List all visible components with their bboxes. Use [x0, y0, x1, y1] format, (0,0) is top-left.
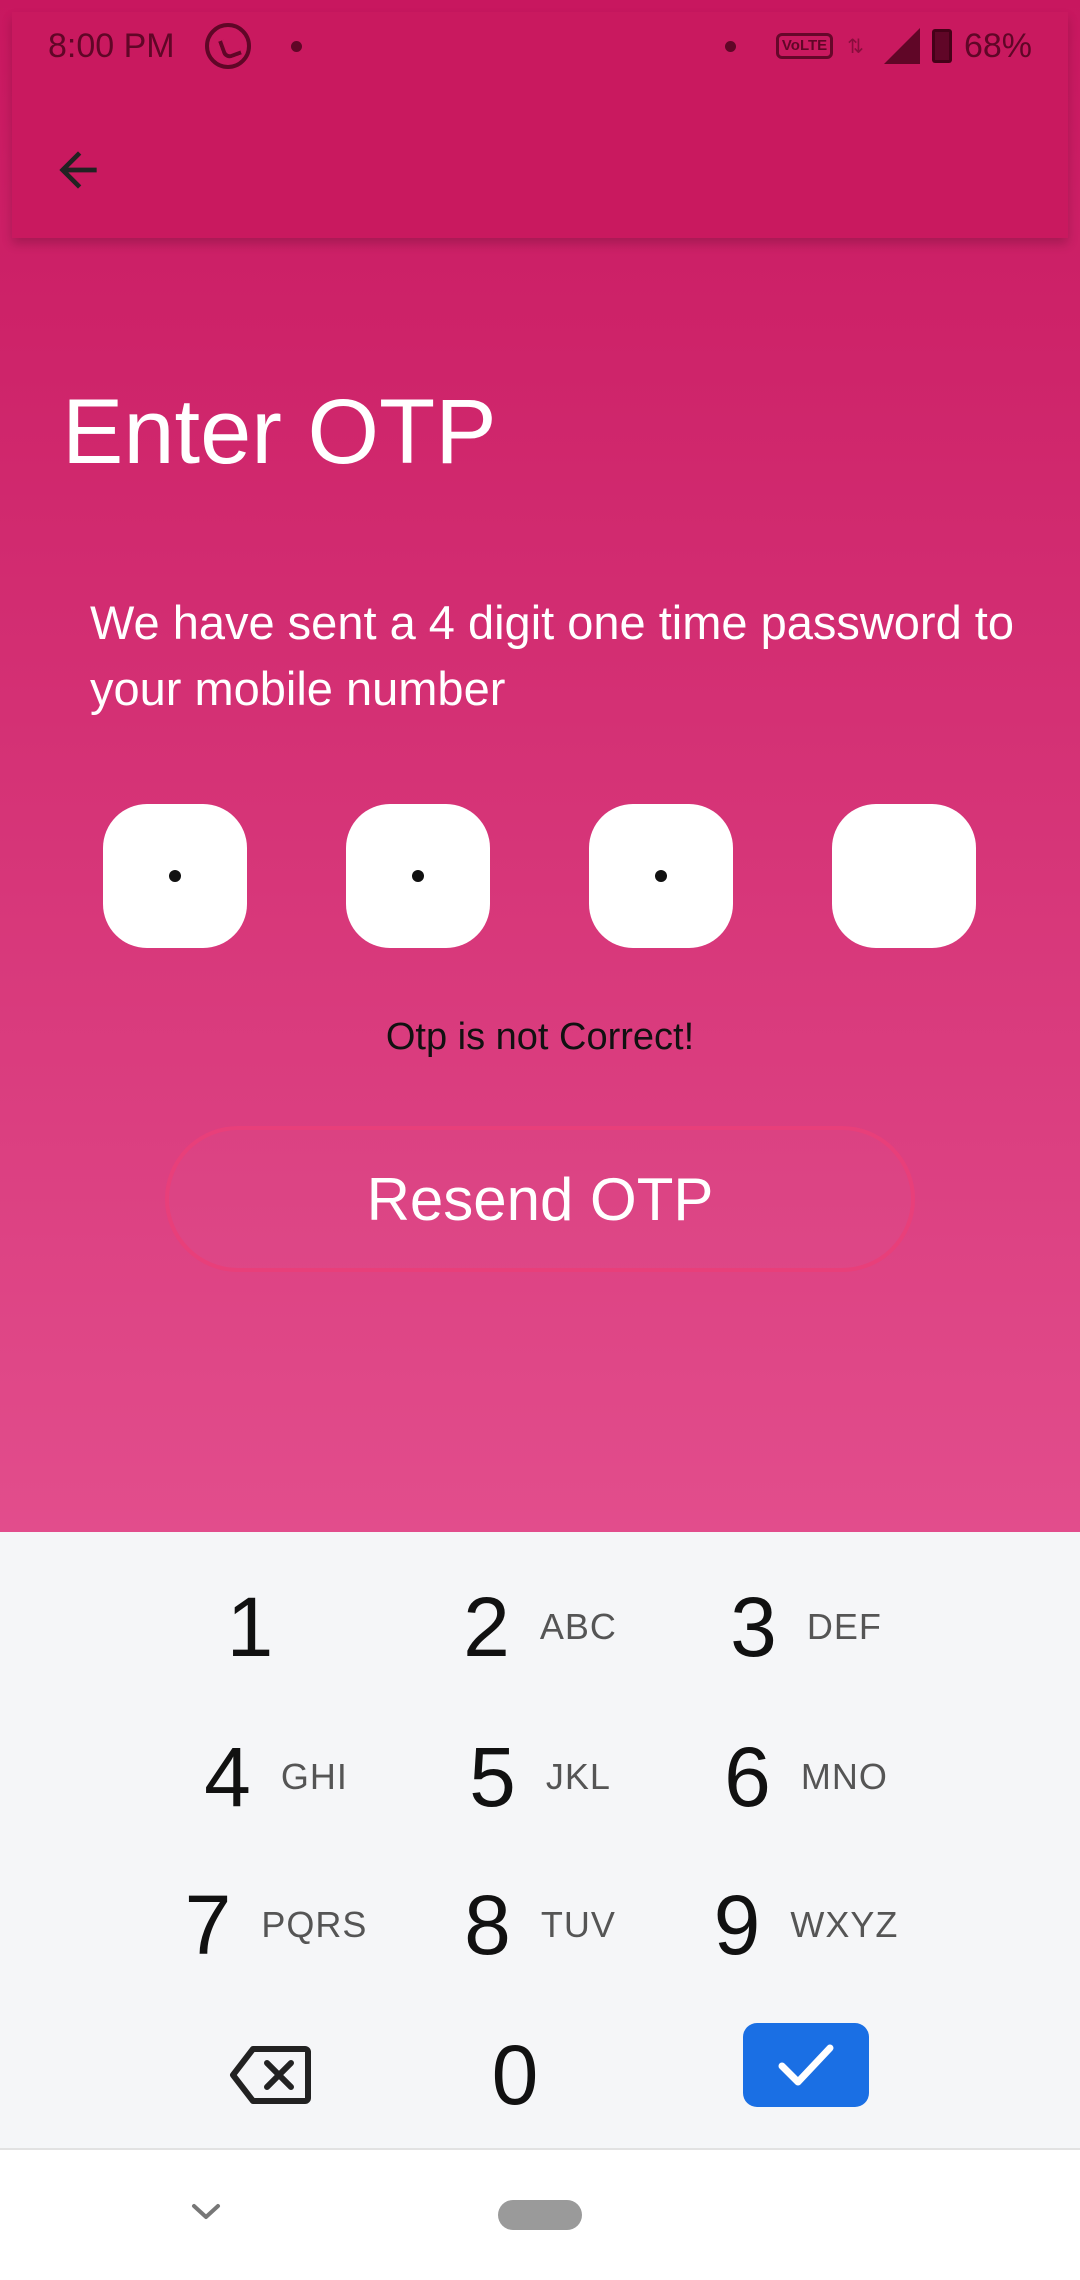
otp-screen: 8:00 PM VoLTE ⇅ 68% Enter OTP We have se…: [0, 0, 1080, 1532]
back-button[interactable]: [42, 134, 114, 206]
notification-dot-icon: [724, 40, 736, 52]
key-number: 2: [463, 1579, 510, 1674]
check-icon: [778, 2044, 834, 2086]
key-number: 9: [713, 1877, 761, 1972]
key-letters: GHI: [280, 1756, 348, 1797]
key-9[interactable]: 9 WXYZ: [626, 1850, 986, 2000]
status-bar: 8:00 PM VoLTE ⇅ 68%: [0, 0, 1080, 92]
status-time: 8:00 PM: [48, 26, 175, 65]
key-number: 8: [464, 1877, 511, 1972]
error-message: Otp is not Correct!: [385, 1016, 695, 1058]
home-pill-icon[interactable]: [498, 2200, 582, 2230]
otp-digit-4[interactable]: [832, 804, 976, 948]
notification-dot-icon: [290, 40, 302, 52]
key-3[interactable]: 3 DEF: [626, 1552, 986, 1702]
chevron-down-icon[interactable]: [186, 2196, 226, 2226]
numeric-keypad: 1 2 ABC 3 DEF 4 GHI 5 JKL 6 MNO 7 PQRS 8…: [0, 1532, 1080, 2149]
system-nav-bar: [0, 2148, 1080, 2280]
page-subtitle: We have sent a 4 digit one time password…: [90, 596, 1014, 715]
otp-digit-3[interactable]: [589, 804, 733, 948]
done-key[interactable]: [626, 1990, 986, 2140]
key-number: 3: [730, 1579, 777, 1674]
resend-otp-button[interactable]: Resend OTP: [165, 1126, 915, 1272]
otp-digit-1[interactable]: [103, 804, 247, 948]
key-number: 7: [184, 1877, 232, 1972]
page-title: Enter OTP: [62, 381, 497, 483]
data-arrows-icon: ⇅: [847, 35, 864, 58]
battery-charging-icon: [931, 29, 952, 63]
otp-mask-dot: [412, 870, 424, 882]
key-number: 4: [204, 1729, 251, 1824]
otp-mask-dot: [169, 870, 181, 882]
key-letters: WXYZ: [790, 1904, 899, 1945]
backspace-icon: [230, 2046, 311, 2104]
otp-digit-2[interactable]: [346, 804, 490, 948]
key-number: 1: [226, 1579, 274, 1674]
key-letters: ABC: [539, 1606, 617, 1647]
arrow-left-icon: [59, 151, 97, 189]
key-letters: DEF: [806, 1606, 882, 1647]
volte-icon: VoLTE: [775, 33, 834, 59]
key-number: 5: [469, 1729, 516, 1824]
otp-mask-dot: [655, 870, 667, 882]
key-letters: TUV: [540, 1904, 616, 1945]
key-letters: PQRS: [261, 1904, 368, 1945]
key-number: 6: [724, 1729, 771, 1824]
key-number: 0: [491, 2027, 539, 2122]
key-letters: JKL: [545, 1756, 611, 1797]
done-button[interactable]: [743, 2023, 869, 2107]
battery-percent: 68%: [963, 26, 1032, 65]
whatsapp-icon: [204, 23, 251, 69]
key-letters: MNO: [800, 1756, 888, 1797]
key-6[interactable]: 6 MNO: [626, 1702, 986, 1852]
signal-icon: [883, 28, 920, 64]
